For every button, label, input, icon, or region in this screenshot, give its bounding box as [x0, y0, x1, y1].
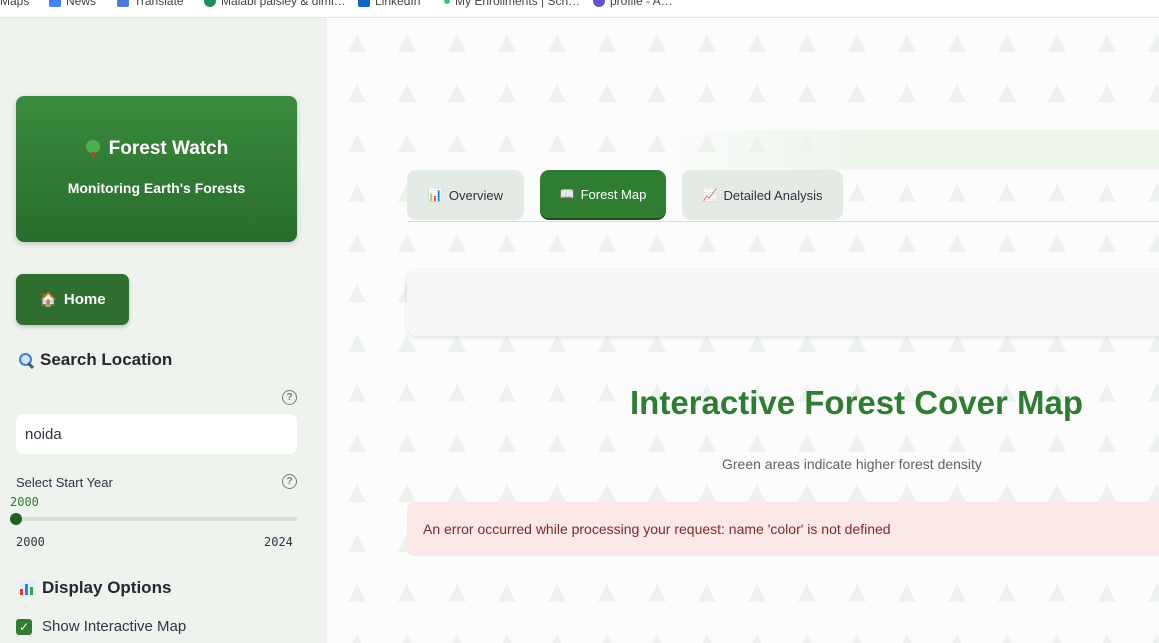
bookmark-enrollments[interactable]: My Enrollments | Sch…: [444, 0, 580, 8]
tab-forest-map[interactable]: 📖 Forest Map: [540, 170, 666, 220]
tab-detailed-analysis[interactable]: 📈 Detailed Analysis: [682, 170, 843, 220]
bookmark-label: LinkedIn: [375, 0, 421, 8]
slider-min-label: 2000: [16, 535, 45, 549]
enroll-icon: [444, 0, 450, 4]
start-year-help-icon[interactable]: ?: [282, 474, 297, 489]
trend-chart-icon: 📈: [702, 188, 718, 202]
start-year-slider-track[interactable]: [16, 517, 297, 521]
brand-card: Forest Watch Monitoring Earth's Forests: [16, 96, 297, 242]
bar-chart-icon: 📊: [427, 188, 443, 202]
start-year-slider-thumb[interactable]: [10, 513, 22, 525]
map-subtitle: Green areas indicate higher forest densi…: [722, 456, 982, 472]
show-map-label: Show Interactive Map: [42, 618, 187, 635]
house-icon: 🏠: [39, 291, 57, 307]
show-map-checkbox[interactable]: ✓: [16, 618, 32, 635]
start-year-label: Select Start Year: [16, 475, 113, 490]
brand-title: Forest Watch: [16, 138, 297, 160]
bookmark-label: profile - A…: [610, 0, 673, 8]
tab-bar: 📊 Overview 📖 Forest Map 📈 Detailed Analy…: [407, 170, 1159, 222]
news-icon: [49, 0, 61, 7]
display-options-heading: Display Options: [18, 578, 171, 598]
bookmarks-bar: Maps News Translate Malabi paisley & dim…: [0, 0, 1159, 18]
tab-label: Detailed Analysis: [723, 187, 823, 203]
translate-icon: [117, 0, 129, 7]
bookmark-profile[interactable]: profile - A…: [593, 0, 673, 8]
error-message: An error occurred while processing your …: [423, 521, 891, 537]
search-help-icon[interactable]: ?: [282, 390, 297, 405]
sidebar: Forest Watch Monitoring Earth's Forests …: [0, 18, 327, 643]
bookmark-label: Maps: [0, 0, 30, 8]
map-book-icon: 📖: [559, 187, 575, 201]
bookmark-translate[interactable]: Translate: [117, 0, 184, 8]
bookmark-label: My Enrollments | Sch…: [455, 0, 581, 8]
home-button-label: Home: [63, 291, 106, 308]
bookmark-label: Malabi paisley & dimi…: [221, 0, 346, 8]
profile-icon: [593, 0, 605, 7]
brand-subtitle: Monitoring Earth's Forests: [67, 180, 246, 196]
search-location-heading: Search Location: [18, 350, 172, 370]
bookmark-site[interactable]: Malabi paisley & dimi…: [204, 0, 346, 8]
site-icon: [204, 0, 216, 7]
map-title: Interactive Forest Cover Map: [630, 384, 1083, 421]
linkedin-icon: [358, 0, 370, 7]
brand-title-text: Forest Watch: [108, 138, 229, 159]
search-heading-text: Search Location: [40, 350, 173, 369]
error-alert: An error occurred while processing your …: [407, 502, 1159, 556]
magnifier-icon: [18, 352, 34, 368]
display-heading-text: Display Options: [42, 578, 172, 597]
search-input[interactable]: [16, 414, 297, 454]
tab-overview[interactable]: 📊 Overview: [407, 170, 524, 220]
tab-label: Forest Map: [580, 186, 647, 202]
slider-max-label: 2024: [264, 535, 293, 549]
bookmark-linkedin[interactable]: LinkedIn: [358, 0, 420, 8]
bookmark-label: Translate: [134, 0, 184, 8]
bar-chart-icon: [18, 580, 36, 596]
show-map-checkbox-row[interactable]: ✓ Show Interactive Map: [16, 618, 186, 635]
bookmark-maps[interactable]: Maps: [0, 0, 29, 8]
info-card: [407, 270, 1159, 336]
header-banner: [657, 130, 1159, 170]
main-content: 📊 Overview 📖 Forest Map 📈 Detailed Analy…: [327, 18, 1159, 643]
bookmark-news[interactable]: News: [49, 0, 96, 8]
tab-label: Overview: [448, 187, 504, 203]
tree-icon: [85, 140, 101, 158]
bookmark-label: News: [66, 0, 97, 8]
start-year-value: 2000: [10, 495, 39, 509]
home-button[interactable]: 🏠 Home: [16, 274, 129, 325]
